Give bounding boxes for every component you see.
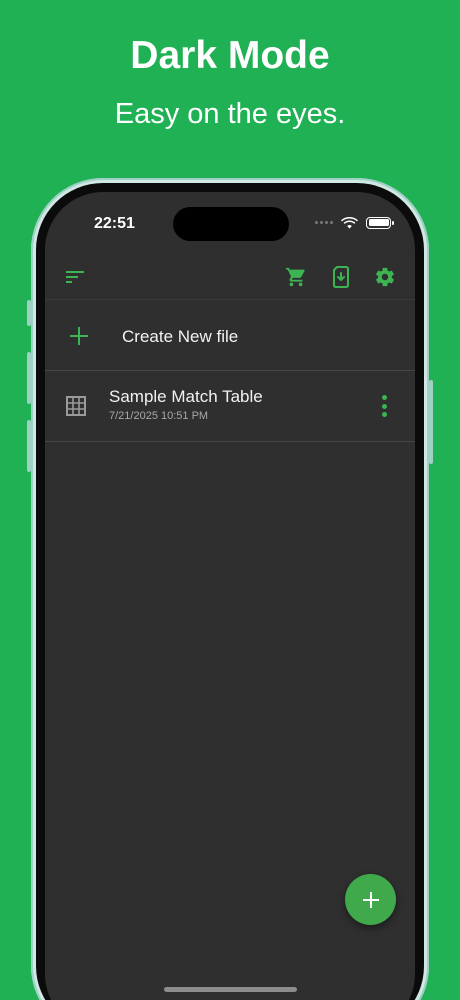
list-item[interactable]: Sample Match Table 7/21/2025 10:51 PM: [45, 371, 415, 442]
create-new-file-row[interactable]: Create New file: [45, 301, 415, 371]
phone-volume-down: [27, 420, 31, 472]
dynamic-island: [173, 207, 289, 241]
wifi-icon: [341, 217, 358, 229]
sort-menu-icon[interactable]: [64, 266, 86, 288]
app-screen: 22:51 Create New file Sample Match Table…: [45, 192, 415, 1000]
app-bar: [45, 254, 415, 300]
phone-side-button: [27, 300, 31, 326]
more-options-icon[interactable]: [381, 395, 387, 417]
status-time: 22:51: [94, 215, 135, 232]
gear-icon[interactable]: [374, 266, 396, 288]
promo-title: Dark Mode: [130, 34, 330, 77]
phone-power-button: [429, 380, 433, 464]
status-indicators: [315, 216, 394, 229]
file-date: 7/21/2025 10:51 PM: [109, 410, 209, 422]
plus-icon: [70, 327, 88, 345]
file-import-icon[interactable]: [330, 266, 352, 288]
file-name: Sample Match Table: [109, 387, 263, 406]
create-new-file-label: Create New file: [122, 327, 239, 346]
add-file-fab-button[interactable]: [345, 874, 396, 925]
home-indicator[interactable]: [164, 987, 297, 992]
phone-volume-up: [27, 352, 31, 404]
plus-icon: [362, 891, 379, 908]
cellular-signal-icon: [315, 221, 333, 224]
table-grid-icon: [66, 396, 86, 416]
battery-icon: [366, 216, 394, 229]
cart-icon[interactable]: [285, 266, 307, 288]
promo-subtitle: Easy on the eyes.: [114, 98, 346, 130]
